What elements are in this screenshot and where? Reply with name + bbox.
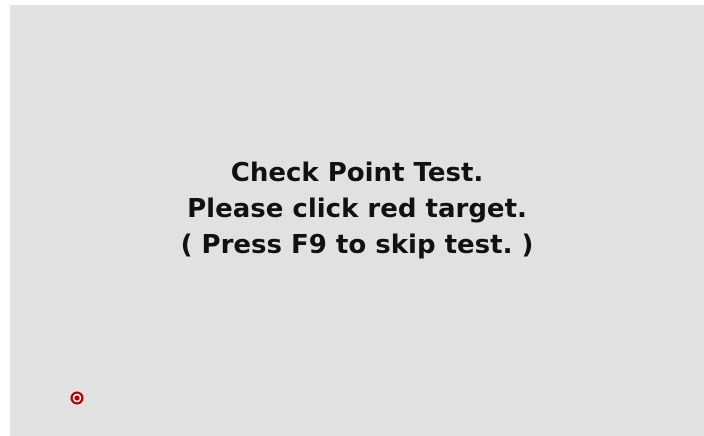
skip-hint-line: ( Press F9 to skip test. ) bbox=[180, 230, 534, 260]
red-target-icon bbox=[70, 391, 84, 405]
title-line: Check Point Test. bbox=[230, 158, 484, 188]
instruction-line: Please click red target. bbox=[187, 194, 527, 224]
checkpoint-test-screen: Check Point Test. Please click red targe… bbox=[10, 5, 704, 436]
red-target-button[interactable] bbox=[70, 391, 84, 405]
instruction-message: Check Point Test. Please click red targe… bbox=[10, 155, 704, 263]
